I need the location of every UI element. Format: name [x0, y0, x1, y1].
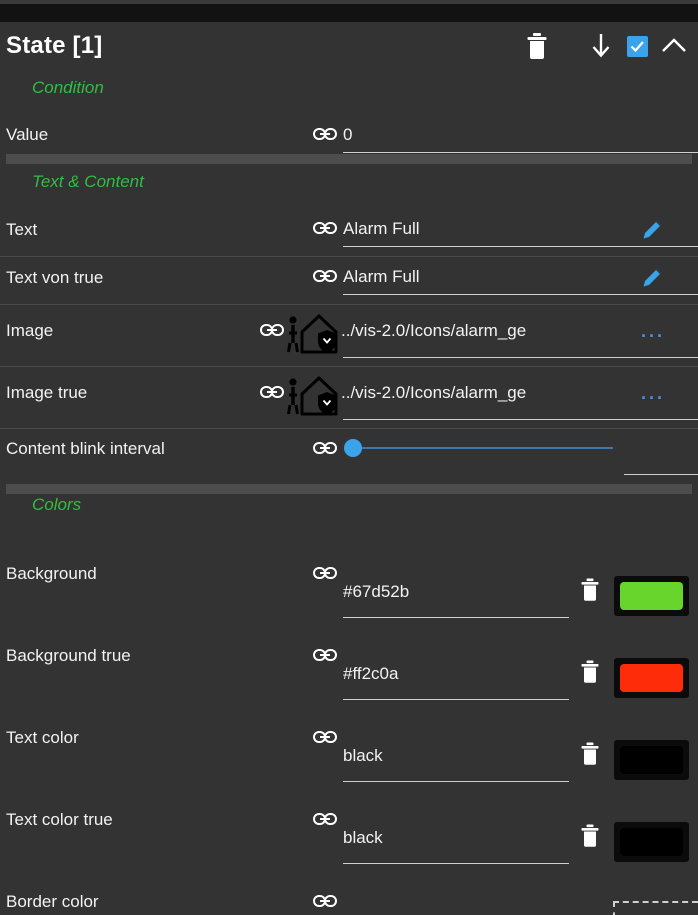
background-true-color-swatch[interactable] — [614, 658, 689, 698]
clear-text-color-icon[interactable] — [580, 742, 600, 766]
background-true-color-swatch-fill — [620, 664, 683, 692]
background-color-swatch[interactable] — [614, 576, 689, 616]
image-true-path-underline — [343, 419, 698, 420]
row-text-color-true: Text color true black — [0, 786, 698, 868]
text-color-underline — [343, 781, 569, 782]
clear-text-color-true-icon[interactable] — [580, 824, 600, 848]
row-label-content-blink-interval: Content blink interval — [6, 439, 165, 459]
value-input[interactable]: 0 — [343, 125, 683, 145]
border-color-swatch[interactable] — [613, 901, 698, 915]
text-true-input-underline — [343, 294, 698, 295]
row-border-color: Border color — [0, 868, 698, 915]
blink-interval-slider-track[interactable] — [348, 447, 613, 449]
row-label-image-true: Image true — [6, 383, 87, 403]
row-label-image: Image — [6, 321, 53, 341]
row-value: Value 0 — [0, 114, 698, 154]
link-icon[interactable] — [313, 894, 337, 908]
row-label-background: Background — [6, 564, 97, 584]
collapse-icon[interactable] — [654, 26, 694, 66]
row-content-blink-interval: Content blink interval — [0, 428, 698, 484]
link-icon[interactable] — [313, 730, 337, 744]
row-label-text-color-true: Text color true — [6, 810, 113, 830]
section-caption-text-content: Text & Content — [32, 172, 144, 192]
row-background-true: Background true #ff2c0a — [0, 622, 698, 704]
text-color-swatch[interactable] — [614, 740, 689, 780]
pencil-icon[interactable] — [640, 218, 664, 242]
pencil-icon[interactable] — [640, 266, 664, 290]
row-label-background-true: Background true — [6, 646, 131, 666]
link-icon[interactable] — [260, 385, 284, 399]
background-color-underline — [343, 617, 569, 618]
clear-background-true-color-icon[interactable] — [580, 660, 600, 684]
link-icon[interactable] — [313, 441, 337, 455]
text-color-true-input[interactable]: black — [343, 828, 543, 848]
section-caption-colors: Colors — [32, 495, 81, 515]
blink-interval-slider-thumb[interactable] — [344, 439, 362, 457]
panel-header: State [1] — [0, 22, 698, 68]
enabled-checkbox[interactable] — [627, 36, 648, 57]
link-icon[interactable] — [313, 566, 337, 580]
app-root: State [1] — [0, 0, 698, 915]
row-label-text-true: Text von true — [6, 268, 103, 288]
text-input[interactable]: Alarm Full — [343, 219, 623, 239]
text-color-true-swatch-fill — [620, 828, 683, 856]
background-color-swatch-fill — [620, 582, 683, 610]
text-color-true-swatch[interactable] — [614, 822, 689, 862]
row-label-text: Text — [6, 220, 37, 240]
window-top-bar — [0, 4, 698, 22]
link-icon[interactable] — [260, 323, 284, 337]
clear-background-color-icon[interactable] — [580, 578, 600, 602]
link-icon[interactable] — [313, 127, 337, 141]
background-color-input[interactable]: #67d52b — [343, 582, 543, 602]
text-color-swatch-fill — [620, 746, 683, 774]
section-caption-condition: Condition — [32, 78, 104, 98]
image-true-browse-button[interactable]: ... — [641, 383, 665, 404]
section-divider-1 — [6, 154, 692, 164]
link-icon[interactable] — [313, 648, 337, 662]
text-color-input[interactable]: black — [343, 746, 543, 766]
row-label-border-color: Border color — [6, 892, 99, 912]
background-true-color-underline — [343, 699, 569, 700]
text-true-input[interactable]: Alarm Full — [343, 267, 623, 287]
state-properties-panel: State [1] — [0, 22, 698, 915]
blink-interval-underline — [624, 474, 698, 475]
row-text-color: Text color black — [0, 704, 698, 786]
text-input-underline — [343, 246, 698, 247]
row-label-value: Value — [6, 125, 48, 145]
image-true-path-input[interactable]: ../vis-2.0/Icons/alarm_ge — [341, 383, 621, 403]
row-background: Background #67d52b — [0, 540, 698, 622]
row-text-true: Text von true Alarm Full — [0, 256, 698, 304]
text-color-true-underline — [343, 863, 569, 864]
home-security-icon — [286, 313, 344, 357]
move-down-icon[interactable] — [581, 26, 621, 66]
value-input-underline — [343, 152, 698, 153]
link-icon[interactable] — [313, 812, 337, 826]
image-path-input[interactable]: ../vis-2.0/Icons/alarm_ge — [341, 321, 621, 341]
link-icon[interactable] — [313, 269, 337, 283]
page-title: State [1] — [6, 32, 103, 60]
section-divider-2 — [6, 484, 692, 494]
link-icon[interactable] — [313, 221, 337, 235]
row-text: Text Alarm Full — [0, 208, 698, 256]
image-path-underline — [343, 357, 698, 358]
row-label-text-color: Text color — [6, 728, 79, 748]
background-true-color-input[interactable]: #ff2c0a — [343, 664, 543, 684]
delete-icon[interactable] — [517, 26, 557, 66]
home-security-icon — [286, 375, 344, 419]
image-browse-button[interactable]: ... — [641, 321, 665, 342]
row-image-true: Image true ../vis-2. — [0, 366, 698, 428]
row-image: Image ../vis-2.0/Ico — [0, 304, 698, 366]
header-actions — [517, 26, 694, 66]
